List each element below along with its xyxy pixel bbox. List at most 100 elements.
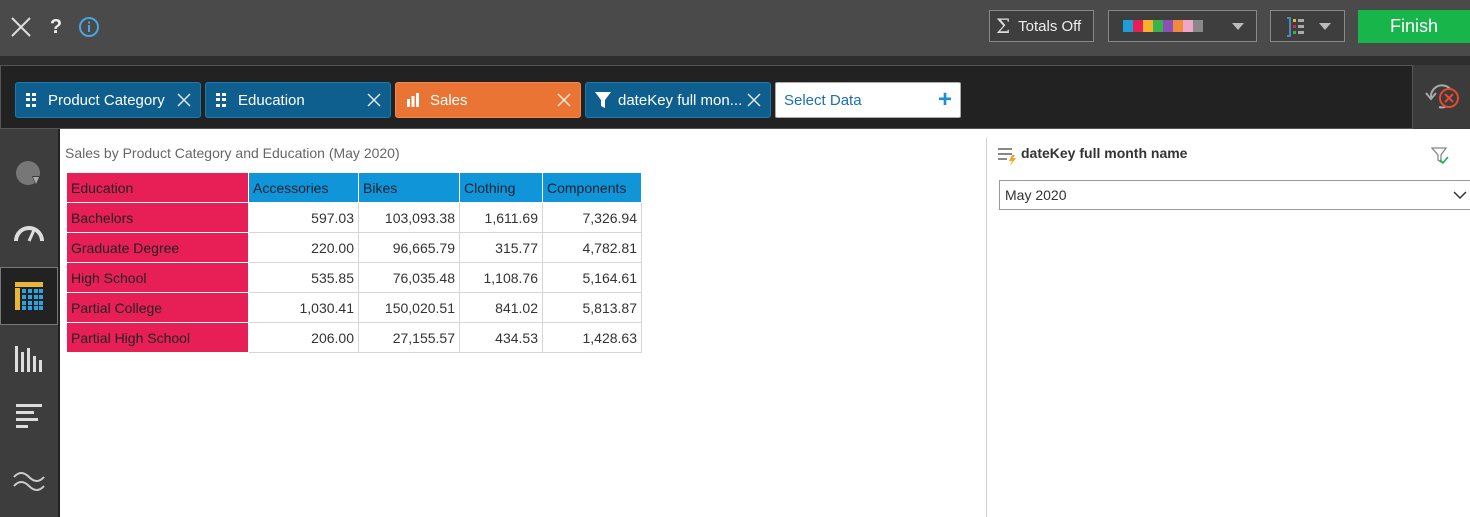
palette-swatch — [1183, 20, 1193, 32]
palette-swatch — [1143, 20, 1153, 32]
value-cell[interactable]: 103,093.38 — [358, 202, 460, 233]
remove-icon[interactable] — [366, 92, 382, 108]
palette-swatch — [1193, 20, 1203, 32]
bar-chart-icon — [407, 93, 419, 107]
sidebar-item-line-chart[interactable] — [0, 451, 58, 509]
value-cell[interactable]: 841.02 — [459, 292, 543, 323]
column-header-cell[interactable]: Components — [542, 172, 642, 203]
table-row: Bachelors 597.03 103,093.38 1,611.69 7,326.9… — [66, 202, 642, 233]
grip-icon — [216, 93, 226, 107]
chip-product-category[interactable]: Product Category — [15, 82, 201, 118]
chip-label: Product Category — [48, 91, 165, 109]
value-cell[interactable]: 1,428.63 — [542, 322, 642, 353]
value-cell[interactable]: 597.03 — [248, 202, 359, 233]
filter-check-icon[interactable] — [1431, 147, 1449, 165]
chip-label: Sales — [430, 91, 468, 109]
table-row: Partial High School 206.00 27,155.57 434.53… — [66, 322, 642, 353]
value-cell[interactable]: 220.00 — [248, 232, 359, 263]
value-cell[interactable]: 7,326.94 — [542, 202, 642, 233]
totals-button[interactable]: Σ Totals Off — [989, 10, 1094, 42]
value-cell[interactable]: 315.77 — [459, 232, 543, 263]
value-cell[interactable]: 27,155.57 — [358, 322, 460, 353]
field-shelf: Product Category Education Sales dateKey… — [0, 65, 1413, 129]
sigma-icon: Σ — [996, 14, 1011, 38]
row-label-cell[interactable]: Graduate Degree — [66, 232, 249, 263]
value-cell[interactable]: 96,665.79 — [358, 232, 460, 263]
visualization-sidebar — [0, 129, 60, 517]
value-cell[interactable]: 1,611.69 — [459, 202, 543, 233]
layout-icon — [1287, 17, 1304, 37]
sidebar-item-map[interactable] — [0, 144, 58, 202]
plus-icon: + — [937, 86, 952, 113]
remove-icon[interactable] — [556, 92, 572, 108]
column-chart-icon — [15, 346, 42, 372]
value-cell[interactable]: 4,782.81 — [542, 232, 642, 263]
select-data-label: Select Data — [784, 91, 862, 109]
remove-icon[interactable] — [746, 92, 762, 108]
value-cell[interactable]: 535.85 — [248, 262, 359, 293]
column-header-cell[interactable]: Accessories — [248, 172, 359, 203]
value-cell[interactable]: 76,035.48 — [358, 262, 460, 293]
sidebar-item-table[interactable] — [0, 267, 58, 325]
palette-swatch — [1123, 20, 1133, 32]
table-grid-icon — [15, 282, 43, 310]
sidebar-item-bar-chart[interactable] — [0, 387, 58, 445]
filter-icon — [595, 92, 611, 108]
column-header-cell[interactable]: Clothing — [459, 172, 543, 203]
chevron-down-icon — [1232, 23, 1244, 30]
layout-dropdown[interactable] — [1270, 10, 1345, 42]
value-cell[interactable]: 5,164.61 — [542, 262, 642, 293]
palette-swatches — [1123, 20, 1203, 32]
table-header-row: Education Accessories Bikes Clothing Com… — [66, 172, 642, 203]
chip-education[interactable]: Education — [205, 82, 391, 118]
reset-area — [1413, 65, 1470, 129]
bar-chart-horizontal-icon — [16, 404, 42, 428]
month-select[interactable]: May 2020 — [999, 180, 1470, 210]
map-pie-icon — [16, 161, 40, 186]
reset-icon[interactable] — [1425, 81, 1461, 113]
finish-button[interactable]: Finish — [1358, 10, 1470, 43]
help-icon[interactable]: ? — [42, 13, 70, 41]
table-body: Bachelors 597.03 103,093.38 1,611.69 7,326.9… — [66, 202, 642, 353]
value-cell[interactable]: 1,030.41 — [248, 292, 359, 323]
row-label-cell[interactable]: Bachelors — [66, 202, 249, 233]
chip-label: Education — [238, 91, 305, 109]
wave-line-icon — [13, 472, 45, 491]
chevron-down-icon — [1453, 191, 1467, 200]
palette-swatch — [1133, 20, 1143, 32]
chip-sales[interactable]: Sales — [395, 82, 581, 118]
table-row: Graduate Degree 220.00 96,665.79 315.77 4,78… — [66, 232, 642, 263]
grip-icon — [26, 93, 36, 107]
value-cell[interactable]: 1,108.76 — [459, 262, 543, 293]
gauge-icon — [14, 226, 44, 242]
chip-datekey-filter[interactable]: dateKey full mon... — [585, 82, 771, 118]
toolbar-separator — [0, 56, 1470, 65]
palette-swatch — [1163, 20, 1173, 32]
select-data-button[interactable]: Select Data + — [775, 82, 961, 118]
row-label-cell[interactable]: High School — [66, 262, 249, 293]
value-cell[interactable]: 434.53 — [459, 322, 543, 353]
close-icon[interactable] — [7, 13, 35, 41]
chevron-down-icon — [1319, 23, 1331, 30]
filter-panel: dateKey full month name May 2020 — [987, 138, 1470, 517]
month-select-value: May 2020 — [1005, 187, 1067, 203]
row-label-cell[interactable]: Partial High School — [66, 322, 249, 353]
value-cell[interactable]: 5,813.87 — [542, 292, 642, 323]
palette-swatch — [1153, 20, 1163, 32]
sidebar-item-column-chart[interactable] — [0, 329, 58, 387]
value-cell[interactable]: 206.00 — [248, 322, 359, 353]
chart-area: Sales by Product Category and Education … — [62, 138, 986, 517]
filter-panel-title: dateKey full month name — [1021, 145, 1188, 161]
row-header-cell[interactable]: Education — [66, 172, 249, 203]
info-icon[interactable] — [75, 13, 103, 41]
row-label-cell[interactable]: Partial College — [66, 292, 249, 323]
remove-icon[interactable] — [176, 92, 192, 108]
color-palette-dropdown[interactable] — [1108, 10, 1257, 42]
top-toolbar: ? Σ Totals Off Finish — [0, 0, 1470, 56]
chip-label: dateKey full mon... — [618, 91, 743, 109]
value-cell[interactable]: 150,020.51 — [358, 292, 460, 323]
totals-label: Totals Off — [1018, 17, 1082, 35]
sidebar-item-gauge[interactable] — [0, 204, 58, 262]
table-row: High School 535.85 76,035.48 1,108.76 5,164.… — [66, 262, 642, 293]
column-header-cell[interactable]: Bikes — [358, 172, 460, 203]
